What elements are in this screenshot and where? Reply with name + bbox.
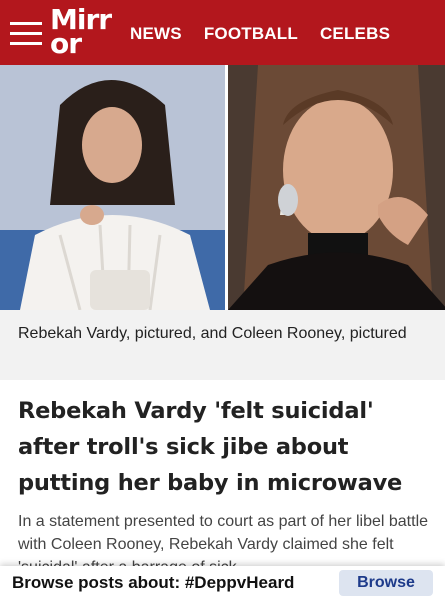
mirror-logo[interactable]: Mirr or [50, 6, 112, 58]
image-caption: Rebekah Vardy, pictured, and Coleen Roon… [0, 310, 445, 380]
menu-icon[interactable] [10, 22, 42, 46]
woman-in-white-photo [0, 65, 225, 310]
browse-button[interactable]: Browse [339, 570, 433, 596]
browse-posts-text: Browse posts about: #DeppvHeard [12, 573, 295, 592]
article-hero-images [0, 65, 445, 310]
site-header: Mirr or NEWS FOOTBALL CELEBS [0, 0, 445, 65]
hero-photo-right [225, 65, 445, 310]
nav-football[interactable]: FOOTBALL [204, 24, 298, 44]
hero-photo-left [0, 65, 225, 310]
nav-news[interactable]: NEWS [130, 24, 182, 44]
woman-with-earrings-photo [228, 65, 445, 310]
article-standfirst: In a statement presented to court as par… [18, 513, 429, 570]
browse-posts-banner: Browse posts about: #DeppvHeard Browse [0, 566, 445, 600]
article-headline[interactable]: Rebekah Vardy 'felt suicidal' after trol… [18, 393, 433, 501]
main-nav: NEWS FOOTBALL CELEBS [130, 24, 390, 44]
nav-celebs[interactable]: CELEBS [320, 24, 390, 44]
